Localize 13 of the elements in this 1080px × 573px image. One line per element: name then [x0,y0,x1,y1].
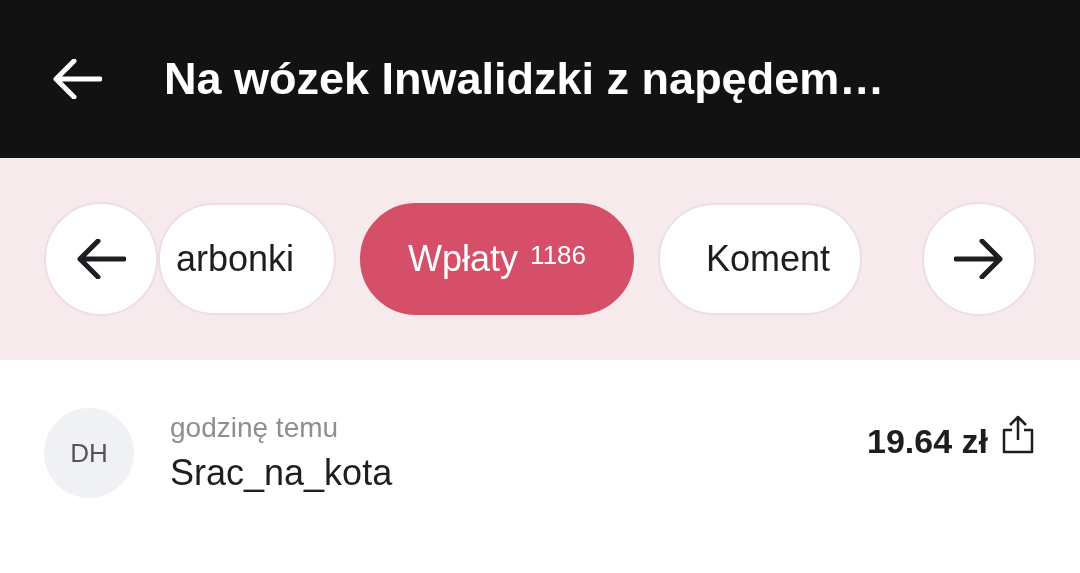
donor-name: Srac_na_kota [170,452,394,494]
share-icon[interactable] [1002,414,1034,454]
left-arrow-icon [76,239,126,279]
tab[interactable]: Wpłaty $^{1186}$ [360,203,635,315]
donation-amount: 19.64 zł [867,422,988,461]
donation-time: godzinę temu [170,412,340,444]
avatar: DH [44,408,134,498]
back-arrow-icon [52,59,102,99]
right-arrow-icon [954,239,1004,279]
tab[interactable]: arbonki [158,203,337,315]
back-button[interactable] [52,59,102,99]
page-title: Na wózek Inwalidzki z napędem… [164,53,885,105]
tab[interactable]: Koment [658,203,863,315]
